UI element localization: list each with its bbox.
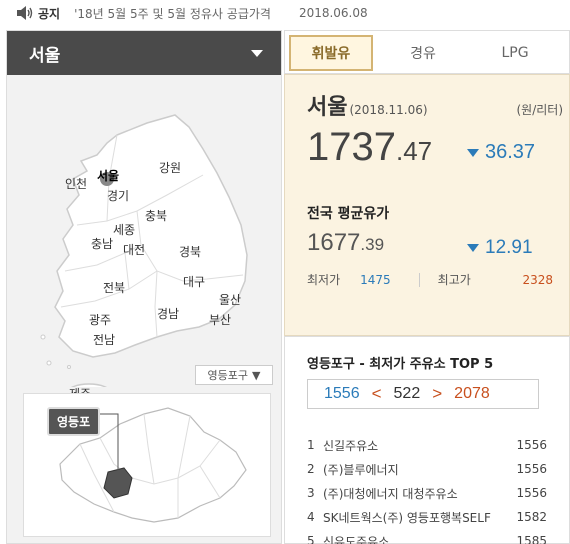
station-rank: 3 bbox=[307, 486, 315, 500]
district-selected: 영등포구 bbox=[207, 369, 248, 382]
top5-stations: 영등포구 - 최저가 주유소 TOP 5 1556 < 522 > 2078 1… bbox=[284, 336, 570, 544]
map-label-busan[interactable]: 부산 bbox=[209, 311, 231, 328]
city-change-value: 36.37 bbox=[485, 141, 536, 163]
map-label-chungnam[interactable]: 충남 bbox=[91, 235, 113, 252]
notice-bar[interactable]: 공지 '18년 5월 5주 및 5월 정유사 공급가격 2018.06.08 bbox=[0, 0, 570, 26]
map-label-gyeonggi[interactable]: 경기 bbox=[107, 187, 129, 204]
district-dropdown[interactable]: 영등포구 ▼ bbox=[195, 365, 273, 385]
fuel-tabs: 휘발유 경유 LPG bbox=[284, 30, 570, 74]
station-rank: 2 bbox=[307, 462, 315, 476]
map-label-gyeongbuk[interactable]: 경북 bbox=[179, 243, 201, 260]
down-triangle-icon bbox=[467, 148, 479, 157]
down-triangle-icon bbox=[467, 244, 479, 252]
station-name[interactable]: SK네트웍스(주) 영등포행복SELF bbox=[323, 509, 511, 526]
station-rank: 5 bbox=[307, 534, 315, 544]
korea-map[interactable]: 서울 인천 경기 강원 세종 충북 충남 대전 경북 대구 전북 울산 경남 부… bbox=[7, 75, 281, 401]
map-label-gyeongnam[interactable]: 경남 bbox=[157, 305, 179, 322]
range-high: 2078 bbox=[454, 385, 490, 402]
city-price-decimal: .47 bbox=[395, 136, 433, 166]
range-mid: 522 bbox=[393, 385, 421, 402]
price-panel: 휘발유 경유 LPG 서울 (2018.11.06) (원/리터) 1737 .… bbox=[284, 30, 570, 544]
station-price: 1582 bbox=[516, 510, 547, 524]
national-price-decimal: .39 bbox=[360, 235, 385, 254]
top5-price-range: 1556 < 522 > 2078 bbox=[307, 379, 539, 409]
dropdown-arrow-icon: ▼ bbox=[252, 368, 261, 382]
caret-down-icon bbox=[251, 49, 263, 57]
max-label: 최고가 bbox=[437, 273, 471, 287]
station-name[interactable]: (주)대청에너지 대청주유소 bbox=[323, 485, 511, 502]
station-rank: 1 bbox=[307, 438, 315, 452]
chevron-left-icon[interactable]: < bbox=[372, 384, 382, 404]
station-price: 1556 bbox=[516, 438, 547, 452]
price-date: (2018.11.06) bbox=[349, 103, 428, 117]
notice-label: 공지 bbox=[38, 6, 61, 21]
notice-text[interactable]: '18년 5월 5주 및 5월 정유사 공급가격 bbox=[74, 5, 271, 22]
selected-district-badge: 영등포 bbox=[47, 407, 101, 436]
station-rank: 4 bbox=[307, 510, 315, 524]
station-name[interactable]: (주)블루에너지 bbox=[323, 461, 511, 478]
tab-lpg[interactable]: LPG bbox=[473, 35, 557, 71]
price-unit: (원/리터) bbox=[516, 103, 563, 117]
map-label-ulsan[interactable]: 울산 bbox=[219, 291, 241, 308]
map-label-daegu[interactable]: 대구 bbox=[183, 273, 205, 290]
map-label-daejeon[interactable]: 대전 bbox=[123, 241, 145, 258]
list-item[interactable]: 1 신길주유소 1556 bbox=[307, 433, 547, 457]
chevron-right-icon[interactable]: > bbox=[432, 384, 442, 404]
national-price-change: 12.91 bbox=[467, 237, 533, 259]
max-value: 2328 bbox=[522, 272, 553, 287]
tab-diesel[interactable]: 경유 bbox=[381, 35, 465, 71]
map-label-sejong[interactable]: 세종 bbox=[113, 221, 135, 238]
national-avg-price: 1677 .39 bbox=[307, 229, 384, 257]
speaker-icon bbox=[17, 6, 33, 20]
korea-map-shape bbox=[40, 114, 248, 387]
min-max-row: 최저가 1475 최고가 2328 bbox=[307, 271, 553, 288]
min-label: 최저가 bbox=[307, 273, 341, 287]
station-name[interactable]: 신유도주유소 bbox=[323, 533, 511, 544]
map-label-seoul[interactable]: 서울 bbox=[97, 167, 119, 184]
station-price: 1556 bbox=[516, 486, 547, 500]
region-dropdown[interactable]: 서울 bbox=[7, 31, 281, 75]
list-item[interactable]: 4 SK네트웍스(주) 영등포행복SELF 1582 bbox=[307, 505, 547, 529]
map-label-gwangju[interactable]: 광주 bbox=[89, 311, 111, 328]
station-name[interactable]: 신길주유소 bbox=[323, 437, 511, 454]
national-title: 전국 평균유가 bbox=[307, 206, 390, 222]
min-value: 1475 bbox=[360, 272, 391, 287]
list-item[interactable]: 3 (주)대청에너지 대청주유소 1556 bbox=[307, 481, 547, 505]
region-selected: 서울 bbox=[29, 45, 61, 66]
list-item[interactable]: 2 (주)블루에너지 1556 bbox=[307, 457, 547, 481]
map-label-gangwon[interactable]: 강원 bbox=[159, 159, 181, 176]
city-price-change: 36.37 bbox=[467, 141, 535, 164]
list-item[interactable]: 5 신유도주유소 1585 bbox=[307, 529, 547, 544]
city-avg-price: 1737 .47 bbox=[307, 125, 432, 170]
price-header: 서울 (2018.11.06) (원/리터) bbox=[307, 89, 563, 121]
station-list: 1 신길주유소 1556 2 (주)블루에너지 1556 3 (주)대청에너지 … bbox=[307, 433, 547, 544]
station-price: 1556 bbox=[516, 462, 547, 476]
map-label-jeonbuk[interactable]: 전북 bbox=[103, 279, 125, 296]
price-summary: 서울 (2018.11.06) (원/리터) 1737 .47 36.37 전국… bbox=[284, 74, 570, 336]
price-city: 서울 bbox=[307, 95, 348, 120]
tab-gasoline[interactable]: 휘발유 bbox=[289, 35, 373, 71]
top5-title: 영등포구 - 최저가 주유소 TOP 5 bbox=[307, 357, 494, 372]
national-price-integer: 1677 bbox=[307, 229, 361, 256]
range-low: 1556 bbox=[324, 385, 360, 402]
map-label-jeonnam[interactable]: 전남 bbox=[93, 331, 115, 348]
national-change-value: 12.91 bbox=[485, 237, 533, 258]
map-label-incheon[interactable]: 인천 bbox=[65, 175, 87, 192]
region-panel: 서울 서울 인천 경기 강원 세종 충북 충남 대전 경북 대구 전북 울산 경… bbox=[6, 30, 282, 544]
notice-date: 2018.06.08 bbox=[298, 6, 368, 20]
map-label-chungbuk[interactable]: 충북 bbox=[145, 207, 167, 224]
city-price-integer: 1737 bbox=[307, 125, 396, 169]
station-price: 1585 bbox=[516, 534, 547, 544]
divider bbox=[418, 272, 420, 287]
